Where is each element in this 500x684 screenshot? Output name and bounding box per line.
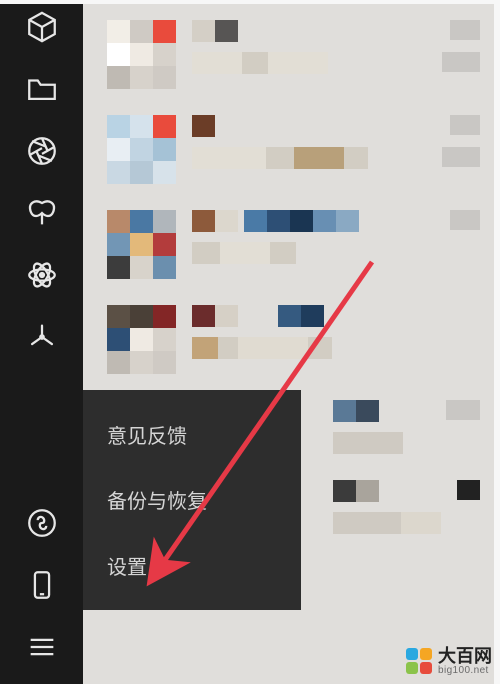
menu-icon[interactable]: [25, 630, 59, 664]
meta-pixelated: [442, 115, 480, 167]
list-item[interactable]: [107, 305, 480, 374]
watermark-logo-icon: [406, 648, 432, 674]
text-pixelated: [333, 400, 403, 454]
list-item[interactable]: [107, 115, 480, 184]
thumbnail-pixelated: [107, 115, 176, 184]
cube-icon[interactable]: [25, 10, 59, 44]
list-item[interactable]: [333, 480, 480, 534]
meta-pixelated: [457, 480, 480, 500]
settings-popup: 意见反馈 备份与恢复 设置: [83, 390, 301, 610]
menu-item-feedback[interactable]: 意见反馈: [107, 412, 277, 457]
thumbnail-pixelated: [107, 210, 176, 279]
meta-pixelated: [446, 400, 480, 420]
sidebar-top: [25, 10, 59, 354]
text-pixelated: [192, 210, 359, 264]
spark-icon[interactable]: [25, 320, 59, 354]
text-pixelated: [333, 480, 441, 534]
meta-pixelated: [442, 20, 480, 72]
miniprogram-icon[interactable]: [25, 506, 59, 540]
aperture-icon[interactable]: [25, 134, 59, 168]
phone-icon[interactable]: [25, 568, 59, 602]
watermark-brand: 大百网: [438, 647, 492, 666]
atom-icon[interactable]: [25, 258, 59, 292]
text-pixelated: [192, 305, 332, 359]
list-item[interactable]: [107, 210, 480, 279]
thumbnail-pixelated: [107, 305, 176, 374]
folder-icon[interactable]: [25, 72, 59, 106]
sidebar-bottom: [25, 506, 59, 664]
list-item[interactable]: [107, 20, 480, 89]
butterfly-icon[interactable]: [25, 196, 59, 230]
text-pixelated: [192, 115, 368, 169]
meta-pixelated: [450, 210, 480, 230]
watermark: 大百网 big100.net: [406, 647, 492, 676]
watermark-domain: big100.net: [438, 666, 492, 677]
menu-item-settings[interactable]: 设置: [107, 543, 277, 588]
sidebar: [0, 0, 83, 684]
thumbnail-pixelated: [107, 20, 176, 89]
text-pixelated: [192, 20, 328, 74]
menu-item-backup[interactable]: 备份与恢复: [107, 477, 277, 522]
list-item[interactable]: [333, 400, 480, 454]
